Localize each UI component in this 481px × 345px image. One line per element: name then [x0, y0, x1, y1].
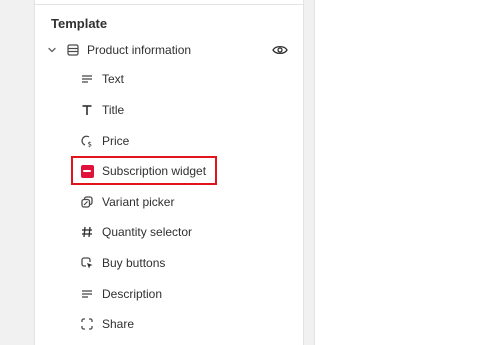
- left-gutter: [0, 0, 34, 345]
- block-item-label: Variant picker: [102, 195, 175, 209]
- block-item-label: Price: [102, 134, 130, 148]
- title-t-icon: [79, 102, 95, 118]
- editor-stage: Template Product information Text Title …: [0, 0, 481, 345]
- section-title: Template: [51, 16, 108, 31]
- block-item-variant-picker[interactable]: Variant picker: [79, 190, 279, 214]
- block-item-label: Share: [102, 317, 135, 331]
- divider: [35, 4, 303, 5]
- widget-badge: [80, 164, 94, 178]
- block-item-subscription-widget[interactable]: Subscription widget: [79, 159, 279, 183]
- block-item-label: Text: [102, 72, 125, 86]
- block-item-label: Buy buttons: [102, 256, 166, 270]
- chevron-down-icon[interactable]: [45, 43, 59, 57]
- text-lines-icon: [79, 71, 95, 87]
- product-information-group[interactable]: Product information: [45, 38, 295, 62]
- block-item-label: Subscription widget: [102, 164, 207, 178]
- section-layout-icon: [65, 42, 81, 58]
- share-frame-icon: [79, 316, 95, 332]
- block-item-share[interactable]: Share: [79, 312, 279, 336]
- block-item-buy-buttons[interactable]: Buy buttons: [79, 251, 279, 275]
- panel-gap: [304, 0, 314, 345]
- group-label: Product information: [87, 43, 192, 57]
- variant-picker-icon: [79, 194, 95, 210]
- block-item-label: Description: [102, 287, 163, 301]
- price-tag-icon: $: [79, 133, 95, 149]
- block-item-price[interactable]: $ Price: [79, 129, 279, 153]
- block-item-title[interactable]: Title: [79, 98, 279, 122]
- text-lines-icon: [79, 286, 95, 302]
- subscription-widget-icon: [79, 163, 95, 179]
- block-item-quantity-selector[interactable]: Quantity selector: [79, 220, 279, 244]
- hash-icon: [79, 224, 95, 240]
- block-item-label: Quantity selector: [102, 225, 193, 239]
- cursor-click-icon: [79, 255, 95, 271]
- preview-pane: [314, 0, 481, 345]
- block-item-label: Title: [102, 103, 125, 117]
- eye-icon[interactable]: [271, 42, 289, 58]
- block-item-text[interactable]: Text: [79, 67, 279, 91]
- block-item-description[interactable]: Description: [79, 282, 279, 306]
- svg-text:$: $: [88, 141, 92, 149]
- sidebar-panel: Template Product information Text Title …: [34, 0, 304, 345]
